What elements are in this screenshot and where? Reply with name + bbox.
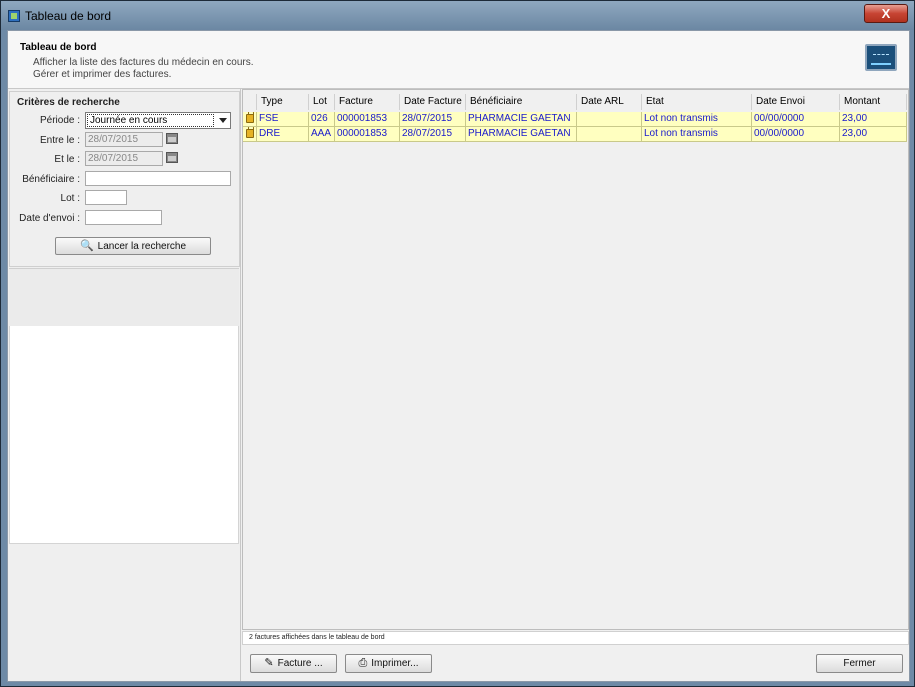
page-description-1: Afficher la liste des factures du médeci… (33, 57, 254, 68)
imprimer-button[interactable]: ⎙ Imprimer... (345, 654, 432, 673)
table-cell: Lot non transmis (642, 112, 752, 127)
status-text: 2 factures affichées dans le tableau de … (249, 634, 385, 641)
close-button[interactable]: X (864, 4, 908, 23)
table-header: Type Lot Facture Date Facture Bénéficiai… (243, 94, 908, 110)
table-row[interactable]: FSE 026 000001853 28/07/2015 PHARMACIE G… (243, 112, 908, 127)
column-header[interactable]: Lot (309, 94, 335, 110)
page-header: Tableau de bord Afficher la liste des fa… (8, 31, 909, 89)
periode-select[interactable]: Journée en cours (85, 112, 231, 129)
page-description-2: Gérer et imprimer des factures. (33, 69, 172, 80)
search-panel: Critères de recherche Période : Journée … (8, 89, 241, 681)
lock-icon (246, 112, 254, 123)
search-button[interactable]: 🔍 Lancer la recherche (55, 237, 211, 255)
imprimer-button-label: Imprimer... (371, 658, 419, 669)
window-title: Tableau de bord (25, 9, 112, 23)
facture-button-label: Facture ... (277, 658, 323, 669)
table-cell: Lot non transmis (642, 127, 752, 142)
periode-value: Journée en cours (87, 114, 214, 127)
table-cell: 28/07/2015 (400, 112, 466, 127)
etle-label: Et le : (54, 154, 80, 165)
criteria-group: Critères de recherche Période : Journée … (9, 91, 240, 267)
column-header[interactable]: Etat (642, 94, 752, 110)
table-cell: 28/07/2015 (400, 127, 466, 142)
title-bar: Tableau de bord X (1, 1, 914, 30)
table-cell: DRE (257, 127, 309, 142)
entre-date-field[interactable]: 28/07/2015 (85, 132, 163, 147)
table-cell: PHARMACIE GAETAN (466, 112, 577, 127)
row-status-cell (243, 112, 257, 127)
lot-label: Lot : (60, 193, 80, 204)
magnifier-icon: 🔍 (79, 240, 94, 252)
table-cell: PHARMACIE GAETAN (466, 127, 577, 142)
table-cell (577, 127, 642, 142)
table-cell: FSE (257, 112, 309, 127)
client-area: Tableau de bord Afficher la liste des fa… (7, 30, 910, 682)
main-window: Tableau de bord X Tableau de bord Affich… (0, 0, 915, 687)
row-status-cell (243, 127, 257, 142)
printer-icon: ⎙ (358, 657, 368, 669)
fermer-button[interactable]: Fermer (816, 654, 903, 673)
table-cell: 23,00 (840, 112, 907, 127)
calendar-icon[interactable] (166, 152, 178, 163)
lock-icon (246, 127, 254, 138)
pencil-icon: ✎ (264, 657, 274, 669)
app-icon (8, 10, 20, 22)
dateenvoi-label: Date d'envoi : (19, 213, 80, 224)
calendar-icon[interactable] (166, 133, 178, 144)
table-cell: 000001853 (335, 127, 400, 142)
column-header[interactable]: Montant (840, 94, 907, 110)
table-cell: 23,00 (840, 127, 907, 142)
table-cell: AAA (309, 127, 335, 142)
table-cell: 00/00/0000 (752, 127, 840, 142)
dashboard-chart-icon (865, 44, 897, 71)
search-button-label: Lancer la recherche (97, 241, 187, 252)
table-cell (577, 112, 642, 127)
column-header[interactable]: Date Facture (400, 94, 466, 110)
table-row[interactable]: DRE AAA 000001853 28/07/2015 PHARMACIE G… (243, 127, 908, 142)
lot-field[interactable] (85, 190, 127, 205)
status-bar: 2 factures affichées dans le tableau de … (242, 631, 909, 645)
etle-date-field[interactable]: 28/07/2015 (85, 151, 163, 166)
beneficiaire-label: Bénéficiaire : (22, 174, 80, 185)
dateenvoi-field[interactable] (85, 210, 162, 225)
facture-button[interactable]: ✎ Facture ... (250, 654, 337, 673)
column-header[interactable]: Bénéficiaire (466, 94, 577, 110)
page-title: Tableau de bord (20, 42, 97, 53)
table-cell: 00/00/0000 (752, 112, 840, 127)
criteria-title: Critères de recherche (17, 97, 120, 108)
invoice-table: Type Lot Facture Date Facture Bénéficiai… (242, 89, 909, 630)
entre-label: Entre le : (39, 135, 80, 146)
chevron-down-icon (219, 118, 227, 123)
column-header-icon (243, 94, 257, 110)
beneficiaire-field[interactable] (85, 171, 231, 186)
table-cell: 026 (309, 112, 335, 127)
results-header-strip (9, 268, 239, 326)
periode-label: Période : (39, 115, 80, 126)
column-header[interactable]: Type (257, 94, 309, 110)
table-cell: 000001853 (335, 112, 400, 127)
column-header[interactable]: Date Envoi (752, 94, 840, 110)
column-header[interactable]: Date ARL (577, 94, 642, 110)
column-header[interactable]: Facture (335, 94, 400, 110)
results-list-area (9, 326, 239, 544)
